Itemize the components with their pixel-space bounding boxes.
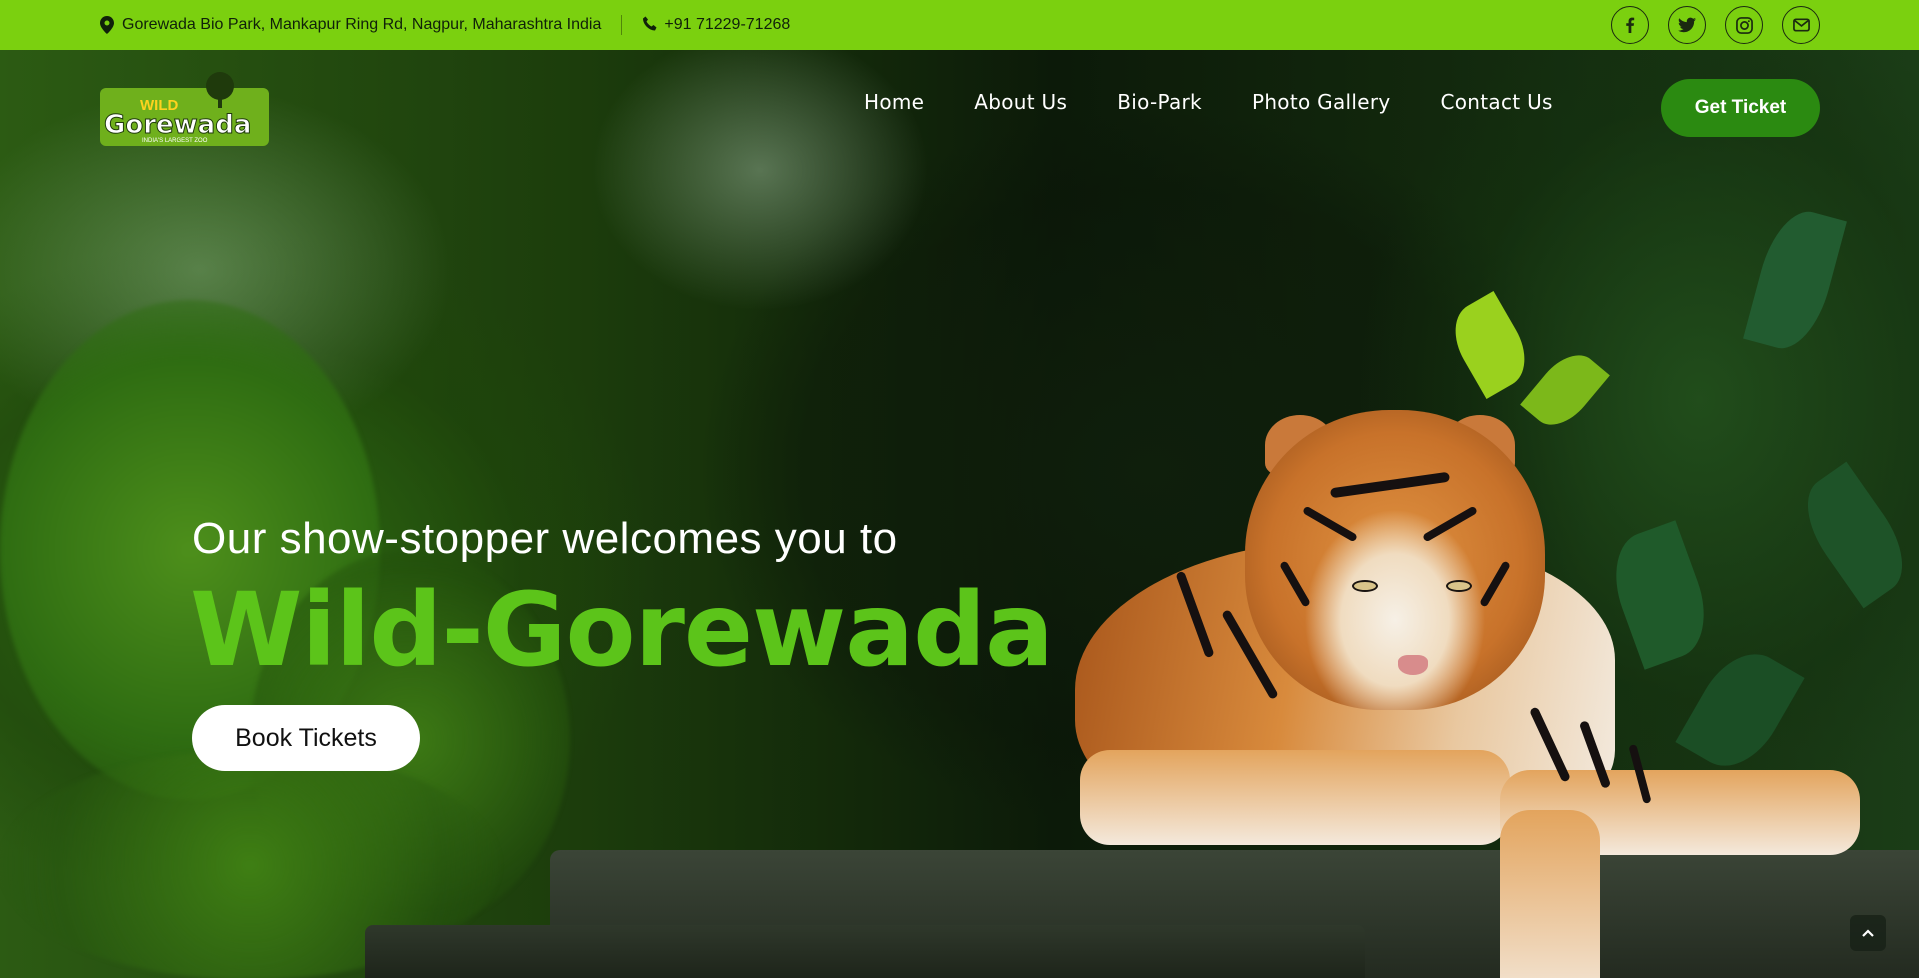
hero-subtitle: Our show-stopper welcomes you to (192, 514, 898, 563)
nav-photo-gallery[interactable]: Photo Gallery (1252, 90, 1391, 114)
top-info-bar: Gorewada Bio Park, Mankapur Ring Rd, Nag… (0, 0, 1919, 50)
leaf (1520, 343, 1610, 437)
twitter-icon[interactable] (1668, 6, 1706, 44)
main-nav: Home About Us Bio-Park Photo Gallery Con… (864, 90, 1553, 114)
book-tickets-button[interactable]: Book Tickets (192, 705, 420, 771)
logo-tagline: INDIA'S LARGEST ZOO (142, 138, 208, 144)
facebook-icon[interactable] (1611, 6, 1649, 44)
address-text: Gorewada Bio Park, Mankapur Ring Rd, Nag… (122, 16, 602, 33)
logo-line2: Gorewada (104, 110, 251, 140)
nav-contact-us[interactable]: Contact Us (1441, 90, 1553, 114)
contact-info: Gorewada Bio Park, Mankapur Ring Rd, Nag… (100, 0, 790, 50)
info-divider (621, 15, 623, 35)
get-ticket-button[interactable]: Get Ticket (1661, 79, 1820, 137)
rock-step (365, 925, 1365, 978)
phone-icon (642, 16, 657, 34)
leaf (1675, 638, 1805, 782)
nav-bio-park[interactable]: Bio-Park (1117, 90, 1202, 114)
leaf (1441, 291, 1539, 399)
instagram-icon[interactable] (1725, 6, 1763, 44)
site-logo[interactable]: WILD Gorewada INDIA'S LARGEST ZOO (100, 70, 269, 146)
phone-text[interactable]: +91 71229-71268 (664, 16, 790, 34)
nav-about-us[interactable]: About Us (974, 90, 1067, 114)
leaf (1743, 203, 1847, 357)
scroll-to-top-button[interactable] (1850, 915, 1886, 951)
envelope-icon[interactable] (1782, 6, 1820, 44)
map-marker-icon (100, 16, 114, 34)
chevron-up-icon (1862, 924, 1874, 942)
hero-title: Wild-Gorewada (190, 571, 1054, 690)
leaf (1789, 461, 1919, 609)
nav-home[interactable]: Home (864, 90, 924, 114)
social-links (1611, 6, 1820, 44)
leaf (1600, 520, 1720, 670)
